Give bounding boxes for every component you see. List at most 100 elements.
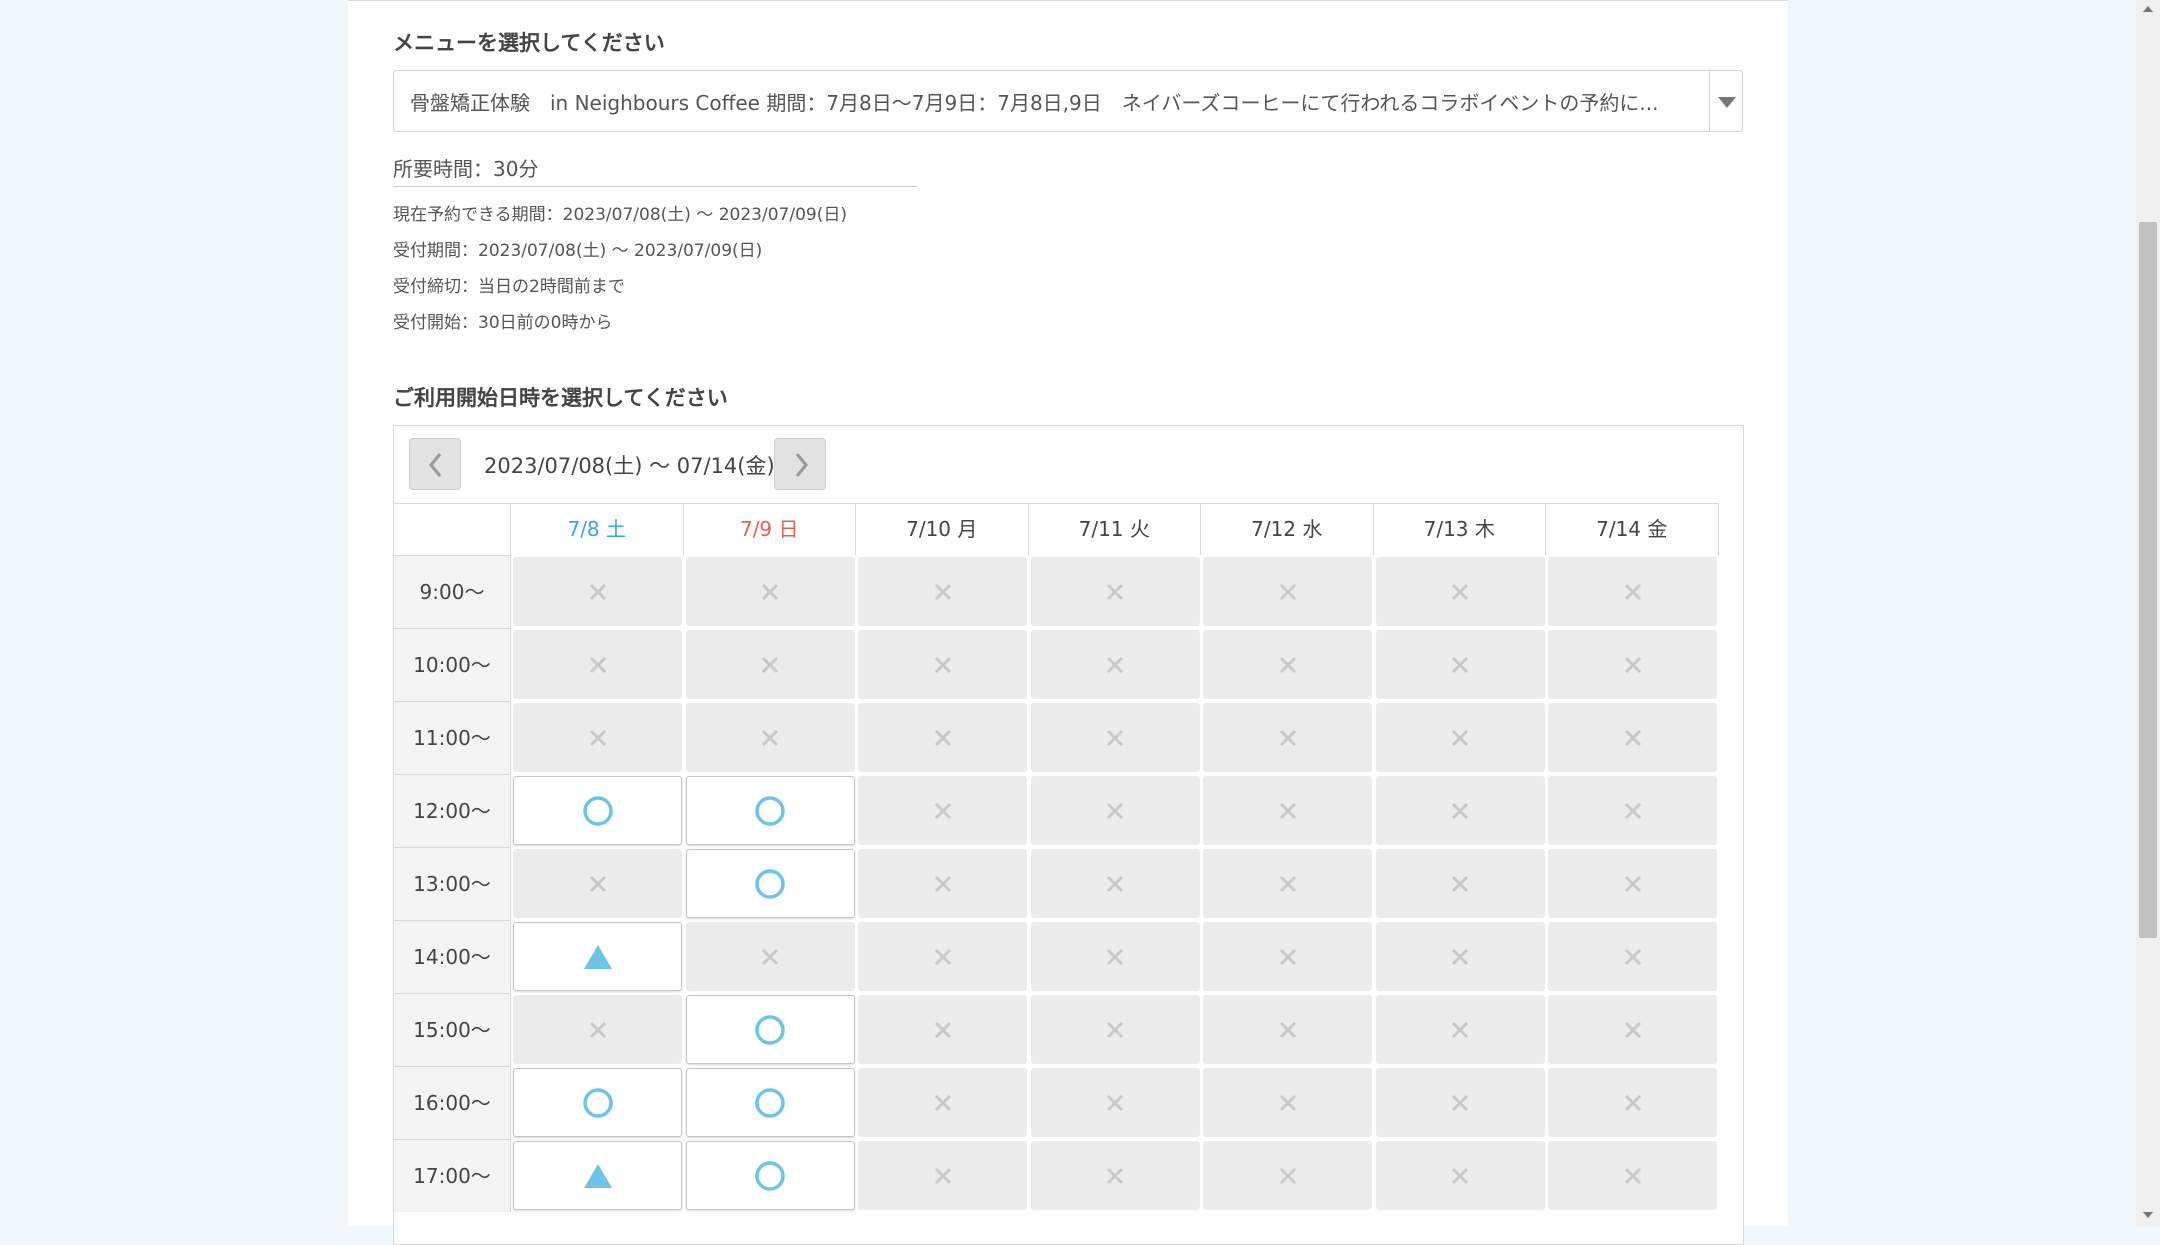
prev-week-button[interactable] [409, 438, 461, 490]
cross-icon [934, 656, 951, 673]
slot-unavailable [1203, 1068, 1372, 1137]
cross-icon [1106, 1021, 1124, 1038]
circle-icon [755, 1160, 785, 1191]
cross-icon [1451, 1094, 1469, 1111]
slot-unavailable [1548, 630, 1717, 699]
slot-unavailable [513, 849, 682, 918]
slot-available[interactable] [513, 1068, 682, 1137]
chevron-left-icon [429, 453, 442, 477]
cross-icon [1624, 802, 1641, 819]
cross-icon [1279, 948, 1296, 965]
slot-unavailable [1548, 995, 1717, 1064]
reception-period-text: 受付期間：2023/07/08(土) 〜 2023/07/09(日) [393, 241, 763, 261]
slot-available[interactable] [685, 995, 855, 1064]
slot-unavailable [1548, 1068, 1717, 1137]
cross-icon [1624, 875, 1641, 892]
cross-icon [761, 583, 779, 600]
day-header: 7/8 土 [511, 503, 684, 555]
slot-unavailable [1375, 557, 1545, 626]
slot-unavailable [1375, 1141, 1545, 1210]
cross-icon [1624, 656, 1641, 673]
slot-available[interactable] [685, 776, 855, 845]
day-header: 7/9 日 [683, 503, 856, 555]
slot-available[interactable] [513, 1141, 682, 1210]
slot-unavailable [1203, 1141, 1372, 1210]
cross-icon [934, 583, 951, 600]
time-label: 9:00〜 [394, 555, 511, 628]
time-label: 17:00〜 [394, 1139, 511, 1212]
slot-unavailable [1203, 776, 1372, 845]
cross-icon [1106, 1094, 1124, 1111]
cross-icon [1279, 802, 1296, 819]
slot-unavailable [1203, 557, 1372, 626]
slot-available[interactable] [685, 1068, 855, 1137]
cross-icon [589, 1021, 606, 1038]
cross-icon [761, 729, 779, 746]
time-label: 12:00〜 [394, 774, 511, 847]
day-header: 7/11 火 [1028, 503, 1201, 555]
cross-icon [1106, 729, 1124, 746]
cross-icon [1279, 656, 1296, 673]
circle-icon [755, 1014, 785, 1045]
cross-icon [589, 875, 606, 892]
slot-unavailable [858, 776, 1027, 845]
chevron-right-icon [795, 453, 808, 477]
day-header: 7/12 水 [1201, 503, 1374, 555]
cross-icon [934, 1094, 951, 1111]
cross-icon [761, 656, 779, 673]
grid-corner-cell [394, 503, 511, 555]
slot-unavailable [1030, 995, 1200, 1064]
time-label: 13:00〜 [394, 847, 511, 920]
time-label: 11:00〜 [394, 701, 511, 774]
slot-unavailable [1030, 776, 1200, 845]
circle-icon [582, 795, 613, 826]
caret-down-icon [1718, 97, 1736, 108]
page-scrollbar[interactable] [2136, 0, 2160, 1226]
scrollbar-thumb[interactable] [2139, 222, 2157, 938]
cross-icon [1624, 1094, 1641, 1111]
cross-icon [1451, 1021, 1469, 1038]
circle-icon [755, 795, 785, 826]
cross-icon [1279, 1167, 1296, 1184]
slot-unavailable [1375, 922, 1545, 991]
cross-icon [1279, 729, 1296, 746]
time-label: 10:00〜 [394, 628, 511, 701]
slot-available[interactable] [513, 776, 682, 845]
slot-available[interactable] [513, 922, 682, 991]
scroll-up-arrow-icon[interactable] [2143, 6, 2153, 12]
slot-unavailable [858, 922, 1027, 991]
cross-icon [934, 948, 951, 965]
cross-icon [1624, 1021, 1641, 1038]
slot-available[interactable] [685, 1141, 855, 1210]
cross-icon [589, 583, 606, 600]
slot-unavailable [685, 630, 855, 699]
slot-unavailable [513, 703, 682, 772]
day-header: 7/13 木 [1373, 503, 1546, 555]
cross-icon [1106, 656, 1124, 673]
menu-select[interactable]: 骨盤矯正体験 in Neighbours Coffee 期間：7月8日〜7月9日… [393, 70, 1743, 132]
cross-icon [1451, 948, 1469, 965]
slot-unavailable [858, 703, 1027, 772]
time-label: 16:00〜 [394, 1066, 511, 1139]
cross-icon [761, 948, 779, 965]
next-week-button[interactable] [774, 438, 826, 490]
slot-unavailable [1375, 630, 1545, 699]
circle-icon [755, 1087, 785, 1118]
slot-unavailable [1203, 630, 1372, 699]
menu-dropdown-toggle[interactable] [1709, 71, 1742, 131]
scroll-down-arrow-icon[interactable] [2143, 1212, 2153, 1218]
slot-unavailable [858, 1141, 1027, 1210]
duration-text: 所要時間：30分 [393, 153, 917, 187]
slot-available[interactable] [685, 849, 855, 918]
slot-unavailable [858, 1068, 1027, 1137]
slot-unavailable [513, 995, 682, 1064]
cross-icon [1451, 875, 1469, 892]
slot-unavailable [1375, 1068, 1545, 1137]
slot-unavailable [1203, 849, 1372, 918]
reception-start-text: 受付開始：30日前の0時から [393, 313, 613, 333]
cross-icon [1106, 948, 1124, 965]
cross-icon [1624, 1167, 1641, 1184]
slot-unavailable [1203, 995, 1372, 1064]
cross-icon [1624, 948, 1641, 965]
slot-unavailable [1030, 703, 1200, 772]
